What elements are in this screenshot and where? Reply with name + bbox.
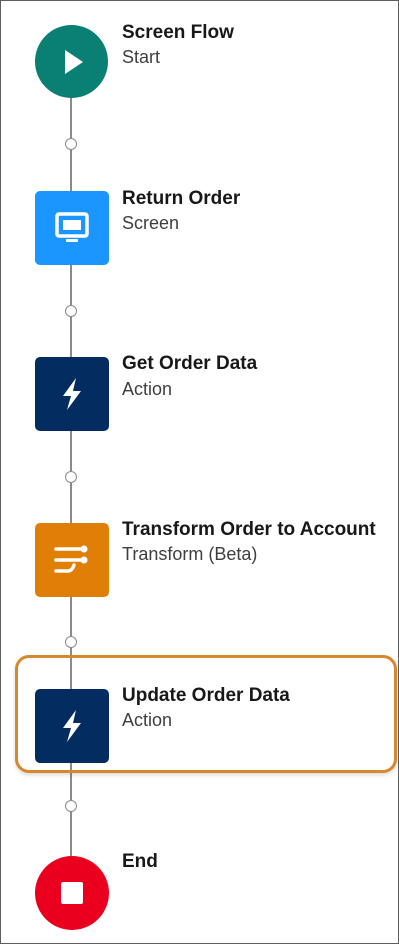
- add-element-button[interactable]: [65, 305, 77, 317]
- screen-node-icon[interactable]: [35, 191, 109, 265]
- stop-icon: [61, 882, 83, 904]
- node-type: Start: [122, 47, 161, 67]
- start-node-icon[interactable]: [35, 25, 108, 98]
- add-element-button[interactable]: [65, 800, 77, 812]
- lightning-icon: [63, 710, 81, 742]
- action-node-icon[interactable]: [35, 689, 109, 763]
- node-type: Screen: [122, 213, 180, 233]
- end-node-icon[interactable]: [35, 856, 109, 930]
- node-title[interactable]: End: [122, 851, 158, 873]
- action-node-icon[interactable]: [35, 357, 109, 431]
- screen-icon: [55, 212, 89, 242]
- transform-node-icon[interactable]: [35, 523, 109, 597]
- node-title[interactable]: Update Order Data: [122, 685, 290, 707]
- node-type: Transform (Beta): [122, 544, 258, 564]
- node-title[interactable]: Screen Flow: [122, 22, 234, 44]
- node-type: Action: [122, 379, 173, 399]
- node-title[interactable]: Transform Order to Account: [122, 519, 376, 541]
- add-element-button[interactable]: [65, 138, 77, 150]
- flow-canvas: Screen Flow Start Return Order Screen Ge…: [0, 0, 399, 944]
- play-icon: [64, 49, 83, 74]
- node-title[interactable]: Return Order: [122, 188, 240, 210]
- node-title[interactable]: Get Order Data: [122, 353, 257, 375]
- transform-icon: [54, 545, 88, 573]
- add-element-button[interactable]: [65, 471, 77, 483]
- add-element-button[interactable]: [65, 636, 77, 648]
- lightning-icon: [63, 378, 81, 410]
- node-type: Action: [122, 710, 173, 730]
